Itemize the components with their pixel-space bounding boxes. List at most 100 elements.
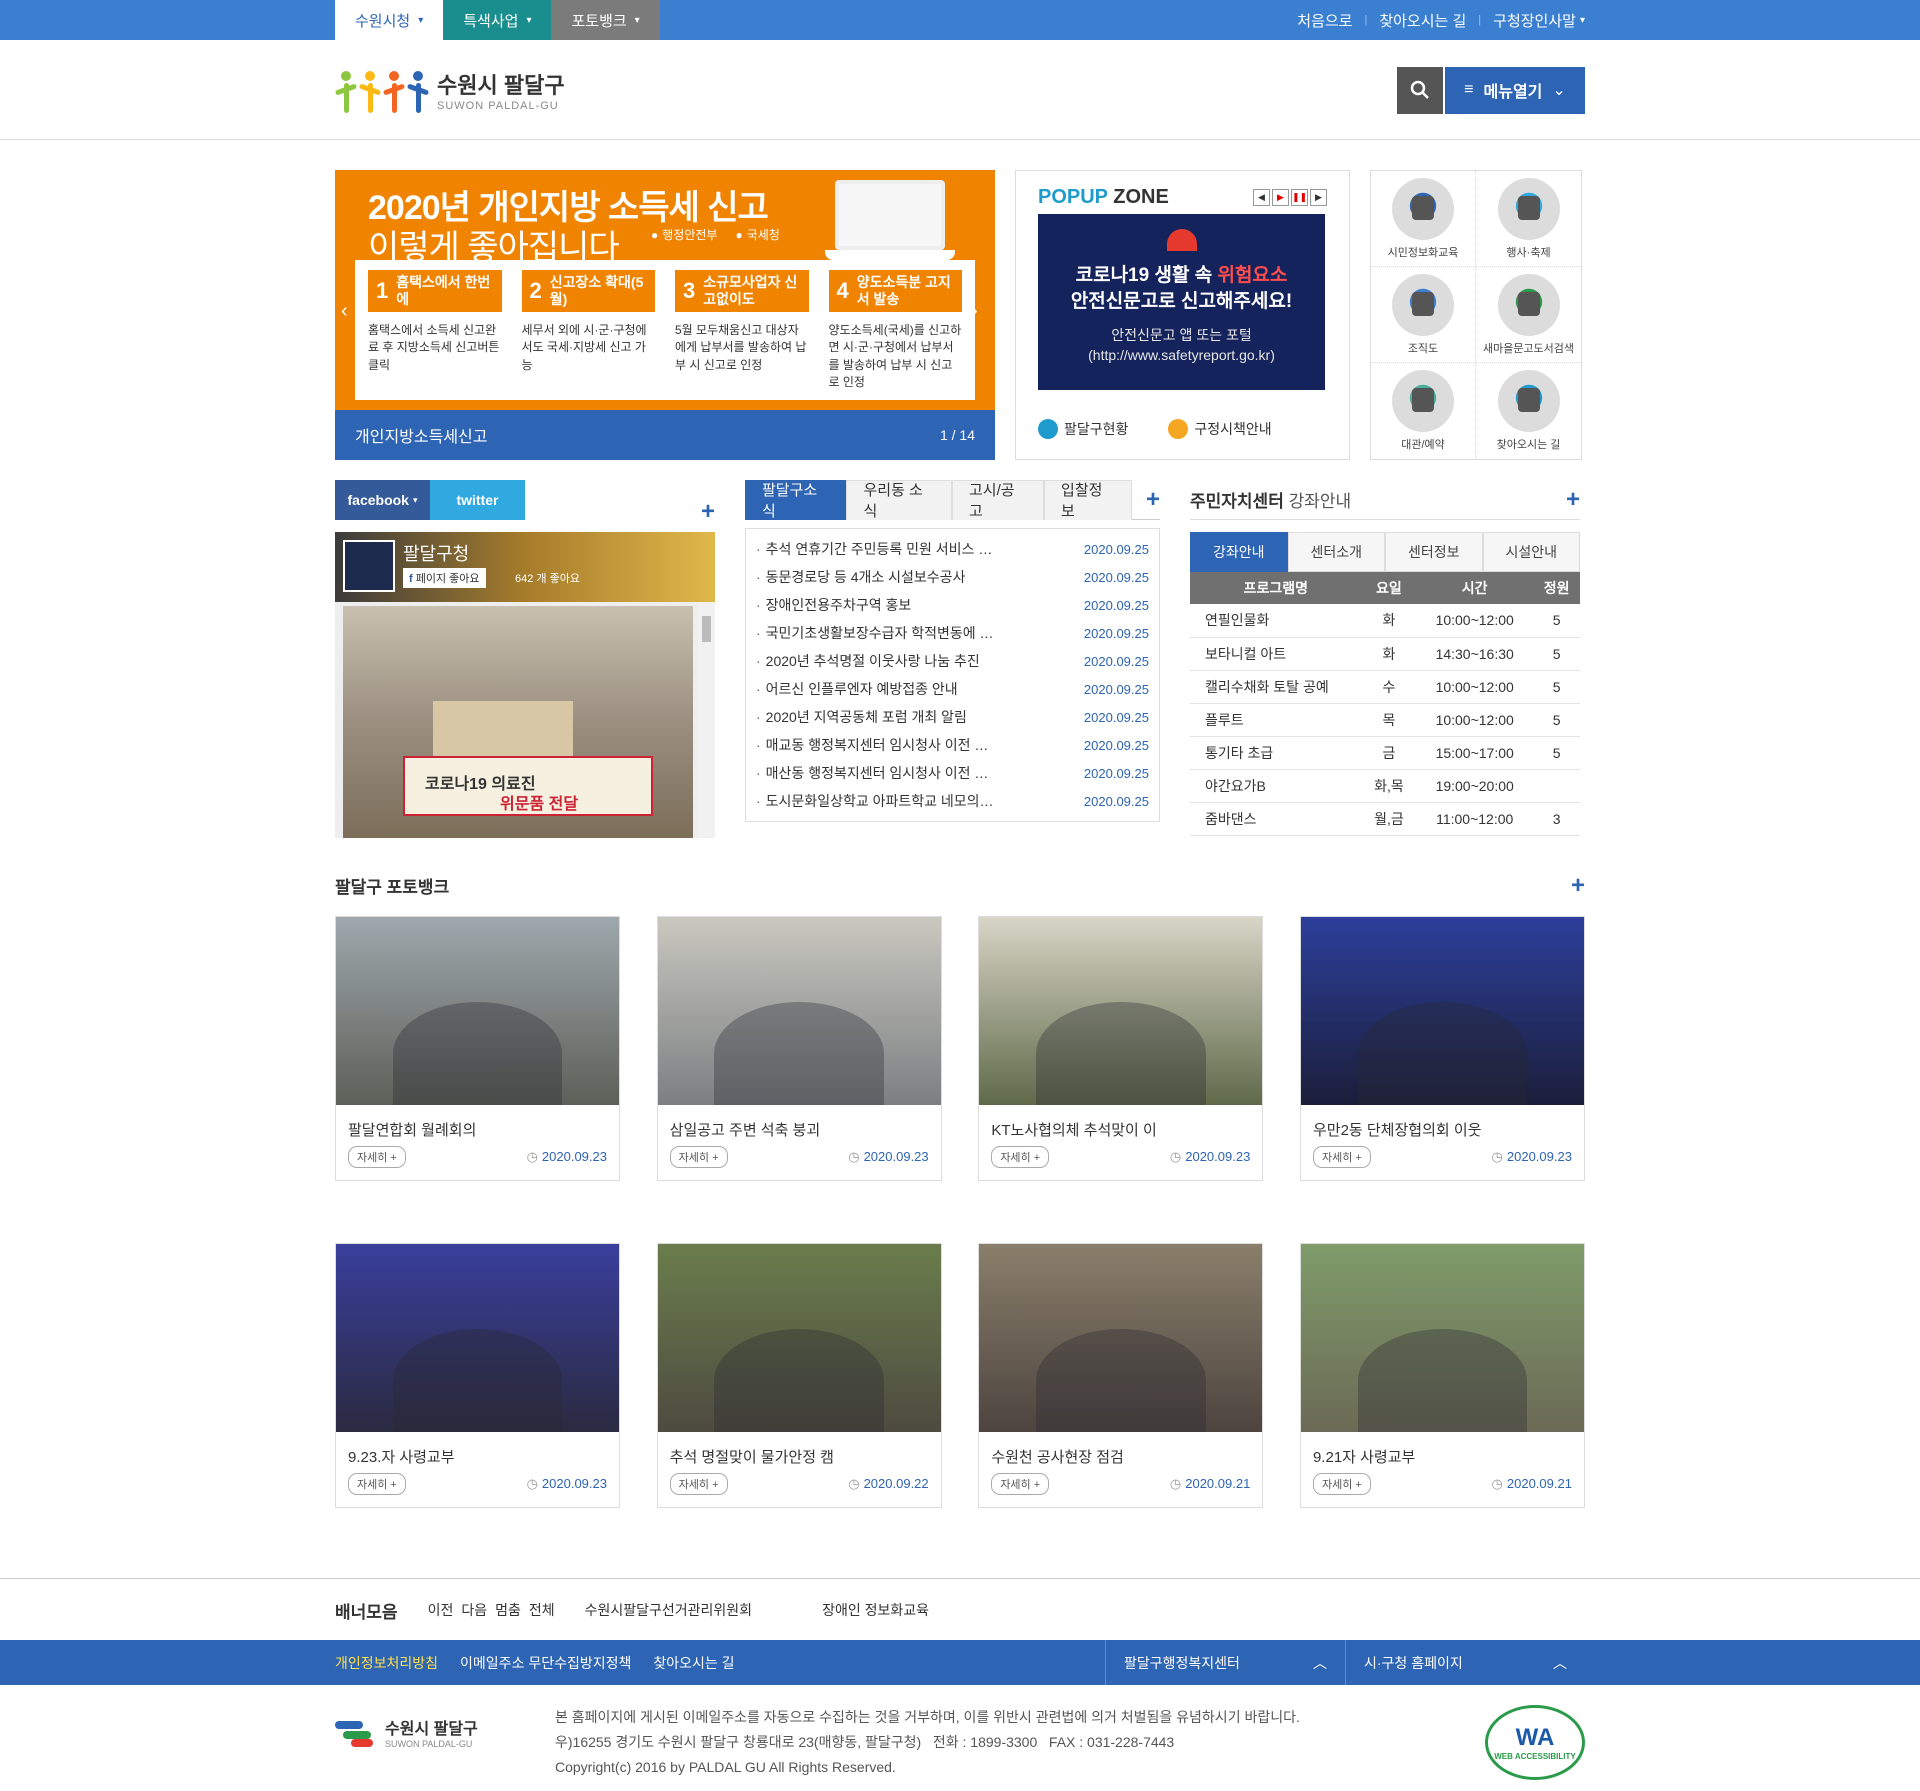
table-row[interactable]: 연필인물화 화 10:00~12:00 5	[1190, 604, 1580, 638]
quick-item-reservation[interactable]: 대관/예약	[1371, 363, 1476, 459]
more-plus-icon[interactable]: +	[1146, 487, 1160, 512]
photo-card[interactable]: 팔달연합회 월례회의자세히 + 2020.09.23	[335, 916, 620, 1181]
title-strong: 주민자치센터	[1190, 492, 1284, 511]
table-row[interactable]: 통기타 초급 금 15:00~17:00 5	[1190, 736, 1580, 770]
list-item[interactable]: 2020년 추석명절 이웃사랑 나눔 추진 2020.09.25	[756, 647, 1149, 675]
tab-paldal-news[interactable]: 팔달구소식	[745, 479, 847, 520]
quick-item-events[interactable]: 행사·축제	[1476, 171, 1581, 267]
more-plus-icon[interactable]: +	[1566, 487, 1580, 512]
list-item[interactable]: 장애인전용주차구역 홍보 2020.09.25	[756, 591, 1149, 619]
list-item[interactable]: 추석 연휴기간 주민등록 민원 서비스 … 2020.09.25	[756, 535, 1149, 563]
list-item[interactable]: 2020년 지역공동체 포럼 개최 알림 2020.09.25	[756, 703, 1149, 731]
tab-notices[interactable]: 고시/공고	[952, 479, 1045, 520]
tab-dong-news[interactable]: 우리동 소식	[846, 479, 952, 520]
photo-card[interactable]: 9.21자 사령교부자세히 + 2020.09.21	[1299, 1243, 1585, 1508]
list-item[interactable]: 도시문화일상학교 아파트학교 네모의… 2020.09.25	[756, 787, 1149, 815]
photo-thumbnail[interactable]	[979, 1244, 1263, 1432]
banner-stop-button[interactable]: 멈춤	[495, 1600, 521, 1620]
more-button[interactable]: 자세히 +	[1312, 1473, 1371, 1495]
site-logo[interactable]: 수원시 팔달구 SUWON PALDAL-GU	[334, 65, 565, 115]
banner-item[interactable]: 수원시팔달구선거관리위원회	[585, 1600, 752, 1620]
news-title: 추석 연휴기간 주민등록 민원 서비스 …	[756, 539, 993, 559]
banner-all-button[interactable]: 전체	[529, 1600, 555, 1620]
more-plus-icon[interactable]: +	[701, 498, 715, 525]
link-directions[interactable]: 찾아오시는 길	[653, 1653, 734, 1673]
quick-item-org[interactable]: 조직도	[1371, 267, 1476, 363]
link-greeting[interactable]: 구청장인사말	[1493, 10, 1576, 31]
list-item[interactable]: 어르신 인플루엔자 예방접종 안내 2020.09.25	[756, 675, 1149, 703]
photo-thumbnail[interactable]	[1300, 1244, 1584, 1432]
tab-bids[interactable]: 입찰정보	[1044, 479, 1132, 520]
photo-thumbnail[interactable]	[979, 917, 1263, 1105]
tab-courses[interactable]: 강좌안내	[1190, 532, 1288, 572]
tab-suwon-city[interactable]: 수원시청 ▾	[335, 0, 444, 40]
quick-item-edu[interactable]: 시민정보화교육	[1371, 171, 1476, 267]
table-row[interactable]: 보타니컬 아트 화 14:30~16:30 5	[1190, 637, 1580, 671]
tab-center-info[interactable]: 센터정보	[1385, 532, 1483, 572]
quick-item-library[interactable]: 새마을문고도서검색	[1476, 267, 1581, 363]
main-banner-slider[interactable]: 2020년 개인지방 소득세 신고 이렇게 좋아집니다 행정안전부 국세청 1홈…	[335, 170, 995, 460]
photo-thumbnail[interactable]	[336, 1244, 619, 1432]
more-button[interactable]: 자세히 +	[348, 1473, 406, 1495]
table-row[interactable]: 야간요가B 화,목 19:00~20:00	[1190, 769, 1580, 803]
quick-item-directions[interactable]: 찾아오시는 길	[1476, 363, 1581, 459]
banner-item[interactable]: 장애인 정보화교육	[822, 1600, 929, 1620]
step-number: 2	[529, 278, 542, 303]
banner-prev-arrow-icon[interactable]: ‹	[341, 300, 359, 330]
link-privacy-policy[interactable]: 개인정보처리방침	[335, 1653, 438, 1673]
search-button[interactable]	[1397, 66, 1443, 114]
link-home[interactable]: 처음으로	[1297, 10, 1352, 31]
cell: 캘리수채화 토탈 공예	[1190, 670, 1362, 704]
photo-thumbnail[interactable]	[336, 917, 619, 1105]
select-welfare-center[interactable]: 팔달구행정복지센터 ︿	[1105, 1640, 1345, 1685]
list-item[interactable]: 매산동 행정복지센터 임시청사 이전 … 2020.09.25	[756, 759, 1149, 787]
list-item[interactable]: 국민기초생활보장수급자 학적변동에 … 2020.09.25	[756, 619, 1149, 647]
table-row[interactable]: 줌바댄스 월,금 11:00~12:00 3	[1190, 802, 1580, 836]
list-item[interactable]: 동문경로당 등 4개소 시설보수공사 2020.09.25	[756, 563, 1149, 591]
more-button[interactable]: 자세히 +	[669, 1473, 728, 1495]
news-date: 2020.09.25	[1083, 681, 1149, 697]
facebook-feed[interactable]: 코로나19 의료진 위문품 전달	[335, 602, 715, 838]
more-button[interactable]: 자세히 +	[991, 1146, 1050, 1168]
banner-prev-button[interactable]: 이전	[428, 1600, 454, 1620]
photo-card[interactable]: 수원천 공사현장 점검자세히 + 2020.09.21	[978, 1243, 1264, 1508]
more-button[interactable]: 자세히 +	[991, 1473, 1050, 1495]
like-page-button[interactable]: f 페이지 좋아요	[403, 568, 486, 588]
list-item[interactable]: 매교동 행정복지센터 임시청사 이전 … 2020.09.25	[756, 731, 1149, 759]
table-row[interactable]: 캘리수채화 토탈 공예 수 10:00~12:00 5	[1190, 670, 1580, 704]
banner-next-arrow-icon[interactable]: ›	[971, 300, 989, 330]
link-directions[interactable]: 찾아오시는 길	[1379, 10, 1466, 31]
tab-twitter[interactable]: twitter	[430, 480, 525, 520]
photo-card[interactable]: 삼일공고 주변 석축 붕괴자세히 + 2020.09.23	[656, 916, 942, 1181]
play-icon[interactable]: ▶	[1272, 189, 1289, 206]
link-paldal-status[interactable]: 팔달구현황	[1038, 419, 1128, 439]
photo-card[interactable]: 추석 명절맞이 물가안정 캠자세히 + 2020.09.22	[656, 1243, 942, 1508]
tab-special-projects[interactable]: 특색사업 ▾	[443, 0, 552, 40]
more-button[interactable]: 자세히 +	[1312, 1146, 1371, 1168]
tab-photo-bank[interactable]: 포토뱅크 ▾	[551, 0, 660, 40]
tab-facebook[interactable]: facebook ▾	[335, 480, 430, 520]
more-button[interactable]: 자세히 +	[348, 1146, 406, 1168]
prev-icon[interactable]: ◀	[1253, 189, 1270, 206]
more-plus-icon[interactable]: +	[1571, 874, 1585, 898]
tab-facilities[interactable]: 시설안내	[1482, 532, 1580, 572]
photo-thumbnail[interactable]	[657, 917, 941, 1105]
facebook-page-name[interactable]: 팔달구청	[403, 540, 469, 566]
photo-card[interactable]: 우만2동 단체장협의회 이웃자세히 + 2020.09.23	[1299, 916, 1585, 1181]
link-policy-guide[interactable]: 구정시책안내	[1168, 419, 1272, 439]
banner-next-button[interactable]: 다음	[461, 1600, 487, 1620]
more-button[interactable]: 자세히 +	[669, 1146, 728, 1168]
photo-thumbnail[interactable]	[1300, 917, 1584, 1105]
table-row[interactable]: 플루트 목 10:00~12:00 5	[1190, 703, 1580, 737]
feed-scrollbar[interactable]	[698, 602, 715, 838]
pause-icon[interactable]: ❚❚	[1291, 189, 1308, 206]
photo-card[interactable]: KT노사협의체 추석맞이 이자세히 + 2020.09.23	[978, 916, 1264, 1181]
menu-open-button[interactable]: ≡ 메뉴열기 ⌄	[1445, 66, 1585, 114]
photo-thumbnail[interactable]	[657, 1244, 941, 1432]
link-email-policy[interactable]: 이메일주소 무단수집방지정책	[460, 1653, 631, 1673]
photo-card[interactable]: 9.23.자 사령교부자세히 + 2020.09.23	[335, 1243, 620, 1508]
next-icon[interactable]: ▶	[1310, 189, 1327, 206]
select-city-sites[interactable]: 시·구청 홈페이지 ︿	[1345, 1640, 1585, 1685]
popup-image[interactable]: 코로나19 생활 속 위험요소 안전신문고로 신고해주세요! 안전신문고 앱 또…	[1038, 214, 1325, 390]
tab-center-intro[interactable]: 센터소개	[1287, 532, 1385, 572]
